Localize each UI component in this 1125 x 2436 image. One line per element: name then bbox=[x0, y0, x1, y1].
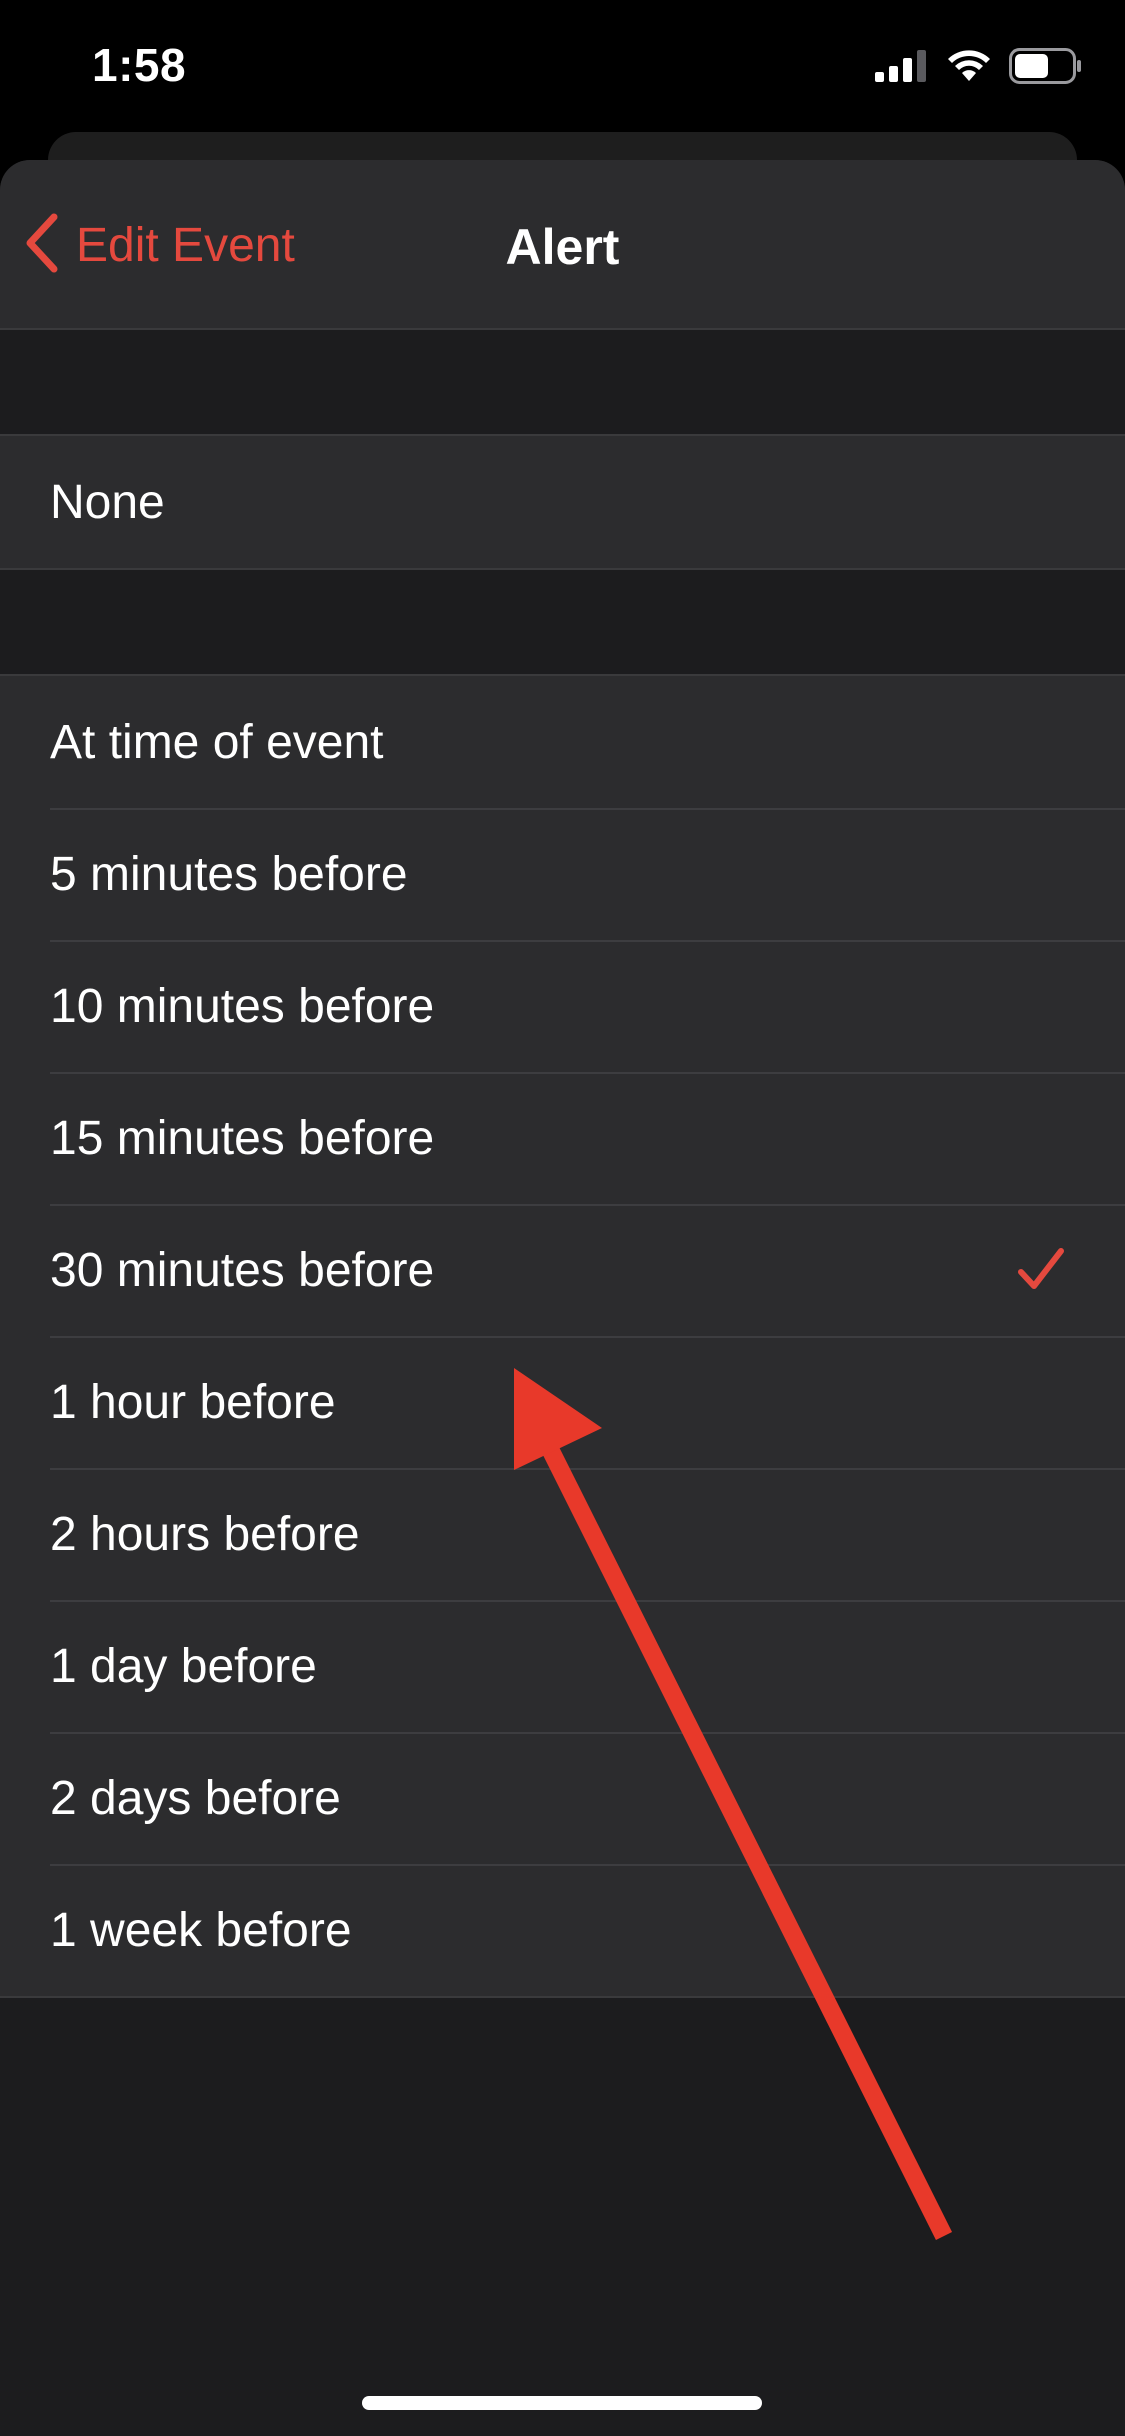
alert-options-group: At time of event 5 minutes before 10 min… bbox=[0, 674, 1125, 1998]
alert-option-none[interactable]: None bbox=[0, 436, 1125, 568]
status-icons bbox=[875, 48, 1083, 89]
alert-option[interactable]: 1 hour before bbox=[0, 1336, 1125, 1468]
option-label: None bbox=[50, 475, 165, 529]
option-label: 1 week before bbox=[50, 1903, 352, 1957]
signal-icon bbox=[875, 50, 929, 87]
option-label: 2 days before bbox=[50, 1771, 341, 1825]
page-title: Alert bbox=[505, 219, 620, 275]
section-spacer bbox=[0, 570, 1125, 674]
option-label: 10 minutes before bbox=[50, 979, 435, 1033]
option-label: 2 hours before bbox=[50, 1507, 360, 1561]
option-label: 30 minutes before bbox=[50, 1243, 435, 1297]
alert-option[interactable]: 2 days before bbox=[0, 1732, 1125, 1864]
status-bar: 1:58 bbox=[0, 0, 1125, 135]
alert-option[interactable]: 1 week before bbox=[0, 1864, 1125, 1996]
option-label: 1 day before bbox=[50, 1639, 317, 1693]
section-spacer bbox=[0, 330, 1125, 434]
checkmark-icon bbox=[1017, 1246, 1065, 1297]
option-label: 15 minutes before bbox=[50, 1111, 435, 1165]
battery-icon bbox=[1009, 48, 1083, 89]
wifi-icon bbox=[947, 49, 991, 88]
status-time: 1:58 bbox=[92, 39, 187, 91]
home-indicator[interactable] bbox=[362, 2396, 762, 2410]
option-label: At time of event bbox=[50, 715, 384, 769]
none-group: None bbox=[0, 434, 1125, 570]
alert-option[interactable]: At time of event bbox=[0, 676, 1125, 808]
alert-option[interactable]: 15 minutes before bbox=[0, 1072, 1125, 1204]
alert-option[interactable]: 10 minutes before bbox=[0, 940, 1125, 1072]
navigation-bar: Edit Event Alert bbox=[0, 160, 1125, 330]
alert-sheet: Edit Event Alert None At time of event 5… bbox=[0, 160, 1125, 2436]
alert-option[interactable]: 5 minutes before bbox=[0, 808, 1125, 940]
option-label: 5 minutes before bbox=[50, 847, 408, 901]
alert-option[interactable]: 1 day before bbox=[0, 1600, 1125, 1732]
option-label: 1 hour before bbox=[50, 1375, 336, 1429]
alert-option-selected[interactable]: 30 minutes before bbox=[0, 1204, 1125, 1336]
alert-option[interactable]: 2 hours before bbox=[0, 1468, 1125, 1600]
